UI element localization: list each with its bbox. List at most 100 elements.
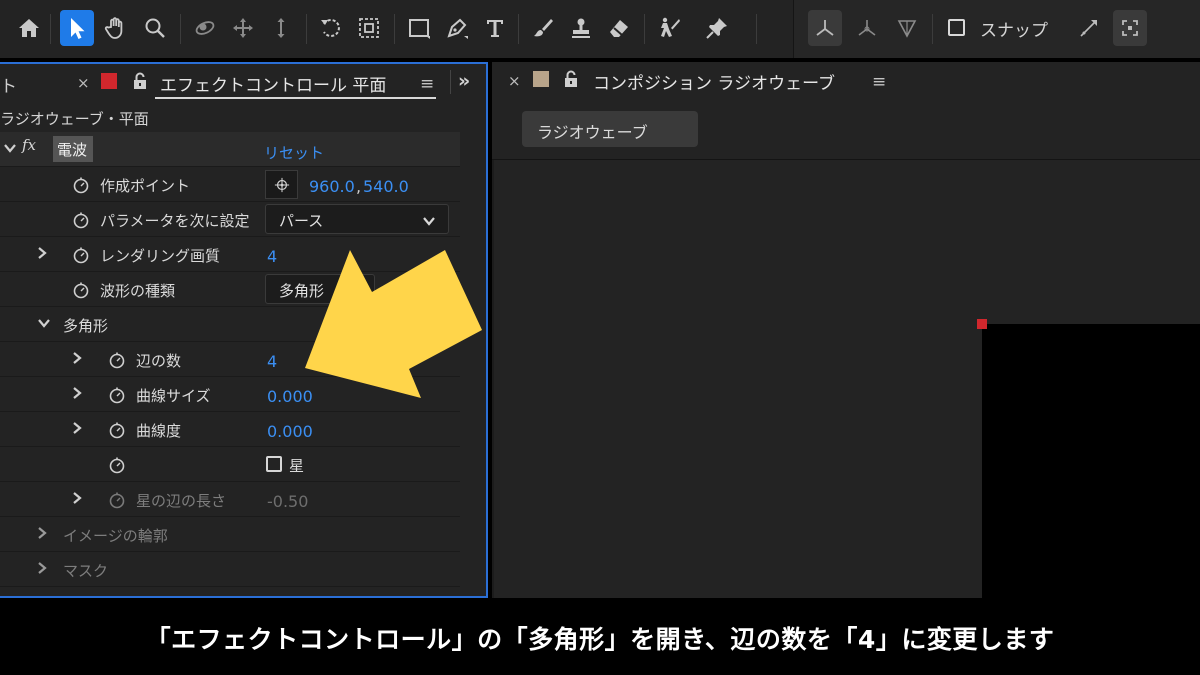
chevron-down-icon	[422, 213, 436, 227]
tab-composition[interactable]: コンポジション ラジオウェーブ	[593, 69, 835, 94]
chevron-right-icon[interactable]	[35, 560, 49, 574]
dolly-camera-icon[interactable]	[264, 10, 298, 46]
curve-size-value[interactable]: 0.000	[267, 387, 313, 406]
anchor-x-value[interactable]: 960.0	[309, 177, 355, 196]
property-row-star-depth[interactable]: 星の辺の長さ -0.50	[0, 482, 460, 517]
toolbar-divider	[306, 14, 307, 44]
star-checkbox[interactable]	[266, 456, 282, 472]
close-tab-button[interactable]: ×	[77, 74, 90, 92]
lock-icon[interactable]	[132, 72, 148, 90]
caption-text: 「エフェクトコントロール」の「多角形」を開き、辺の数を「4」に変更します	[145, 625, 1055, 654]
property-label: 作成ポイント	[100, 177, 191, 195]
rotate-icon[interactable]	[314, 10, 348, 46]
effect-name[interactable]: 電波	[53, 136, 93, 162]
effect-header-row[interactable]: fx 電波 リセット	[0, 132, 460, 167]
property-row-quality[interactable]: レンダリング画質 4	[0, 237, 460, 272]
tab-effect-controls[interactable]: エフェクトコントロール 平面	[160, 71, 386, 96]
label-color-swatch	[533, 71, 549, 87]
lock-icon[interactable]	[563, 70, 579, 88]
local-axis-icon[interactable]	[808, 10, 842, 46]
toolbar-divider	[756, 14, 757, 44]
anchor-separator: ,	[356, 177, 362, 196]
zoom-icon[interactable]	[138, 10, 172, 46]
chevron-right-icon[interactable]	[70, 385, 84, 399]
curviness-value[interactable]: 0.000	[267, 422, 313, 441]
property-row-sides[interactable]: 辺の数 4	[0, 342, 460, 377]
reset-link[interactable]: リセット	[264, 142, 324, 163]
property-group-mask[interactable]: マスク	[0, 552, 460, 587]
quality-value[interactable]: 4	[267, 247, 277, 266]
stopwatch-icon[interactable]	[72, 246, 90, 264]
rectangle-icon[interactable]	[402, 10, 436, 46]
group-label: イメージの輪郭	[63, 527, 168, 545]
property-label: 曲線度	[136, 422, 182, 440]
property-row-anchor[interactable]: 作成ポイント 960.0, 540.0	[0, 167, 460, 202]
stopwatch-icon[interactable]	[108, 456, 126, 474]
home-icon[interactable]	[12, 10, 46, 46]
group-label: マスク	[63, 562, 109, 580]
property-group-polygon[interactable]: 多角形	[0, 307, 460, 342]
close-tab-button[interactable]: ×	[508, 72, 521, 90]
tab-divider	[450, 70, 451, 94]
property-group-image-contour[interactable]: イメージの輪郭	[0, 517, 460, 552]
chevron-right-icon[interactable]	[70, 350, 84, 364]
group-label: 多角形	[63, 317, 109, 335]
snap-features-icon[interactable]	[1113, 10, 1147, 46]
sides-value[interactable]: 4	[267, 352, 277, 371]
previous-tab-fragment[interactable]: ト	[0, 72, 17, 97]
stopwatch-icon[interactable]	[108, 386, 126, 404]
star-depth-value: -0.50	[267, 492, 309, 511]
property-label: 曲線サイズ	[136, 387, 211, 405]
stopwatch-icon[interactable]	[72, 176, 90, 194]
snap-label: スナップ	[980, 21, 1048, 41]
pan-camera-icon[interactable]	[226, 10, 260, 46]
property-row-curviness[interactable]: 曲線度 0.000	[0, 412, 460, 447]
chevron-right-icon[interactable]	[70, 420, 84, 434]
stopwatch-icon[interactable]	[72, 281, 90, 299]
type-icon[interactable]	[478, 10, 512, 46]
param-dropdown[interactable]: パース	[265, 204, 449, 234]
more-tabs-chevron-icon[interactable]: »	[458, 70, 470, 92]
view-axis-icon[interactable]	[890, 10, 924, 46]
fx-toggle-icon[interactable]: fx	[22, 136, 36, 154]
orbit-camera-icon[interactable]	[188, 10, 222, 46]
effect-controls-panel: ト × エフェクトコントロール 平面 ≡ » ラジオウェーブ・平面 fx 電波 …	[0, 62, 488, 598]
chevron-down-icon[interactable]	[3, 140, 17, 154]
chevron-right-icon[interactable]	[35, 245, 49, 259]
wave-type-dropdown[interactable]: 多角形	[265, 274, 375, 304]
panel-menu-icon[interactable]: ≡	[872, 72, 886, 92]
chevron-right-icon[interactable]	[70, 490, 84, 504]
crosshair-icon[interactable]	[265, 170, 298, 199]
chevron-down-icon[interactable]	[37, 315, 51, 329]
property-label: 波形の種類	[100, 282, 176, 300]
clone-stamp-icon[interactable]	[564, 10, 598, 46]
eraser-icon[interactable]	[602, 10, 636, 46]
stopwatch-icon[interactable]	[108, 421, 126, 439]
pan-behind-icon[interactable]	[352, 10, 386, 46]
snap-checkbox[interactable]	[948, 19, 965, 36]
property-label: パラメータを次に設定	[100, 212, 250, 230]
composition-canvas[interactable]	[982, 324, 1200, 598]
property-label: 星の辺の長さ	[136, 492, 227, 510]
pen-icon[interactable]	[440, 10, 474, 46]
toolbar-divider	[394, 14, 395, 44]
property-row-wave-type[interactable]: 波形の種類 多角形	[0, 272, 460, 307]
property-row-param[interactable]: パラメータを次に設定 パース	[0, 202, 460, 237]
brush-icon[interactable]	[526, 10, 560, 46]
world-axis-icon[interactable]	[850, 10, 884, 46]
snap-edges-icon[interactable]	[1072, 10, 1106, 46]
property-row-star[interactable]: 星	[0, 447, 460, 482]
hand-icon[interactable]	[99, 10, 133, 46]
panel-menu-icon[interactable]: ≡	[420, 74, 434, 94]
stopwatch-icon[interactable]	[108, 351, 126, 369]
selection-arrow-icon[interactable]	[60, 10, 94, 46]
puppet-pin-icon[interactable]	[700, 10, 734, 46]
property-row-curve-size[interactable]: 曲線サイズ 0.000	[0, 377, 460, 412]
chevron-right-icon[interactable]	[35, 525, 49, 539]
composition-name-button[interactable]: ラジオウェーブ	[522, 111, 698, 147]
layer-corner-handle[interactable]	[977, 319, 987, 329]
composition-name: ラジオウェーブ	[537, 123, 648, 142]
anchor-y-value[interactable]: 540.0	[363, 177, 409, 196]
stopwatch-icon[interactable]	[72, 211, 90, 229]
roto-brush-icon[interactable]	[652, 10, 686, 46]
